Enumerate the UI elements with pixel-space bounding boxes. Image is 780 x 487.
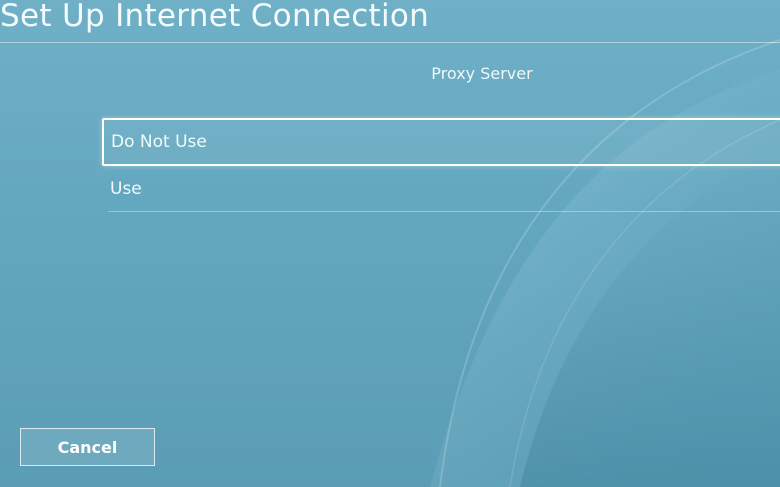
option-label: Do Not Use <box>111 132 207 152</box>
page-title: Set Up Internet Connection <box>0 0 430 34</box>
cancel-button[interactable]: Cancel <box>20 428 155 466</box>
option-label: Use <box>110 178 142 199</box>
option-do-not-use[interactable]: Do Not Use <box>102 118 780 166</box>
option-use[interactable]: Use <box>108 166 780 212</box>
title-divider <box>0 42 780 43</box>
background-wave-graphic <box>430 39 780 487</box>
proxy-option-list: Do Not Use Use <box>102 118 780 212</box>
section-heading: Proxy Server <box>431 64 533 83</box>
